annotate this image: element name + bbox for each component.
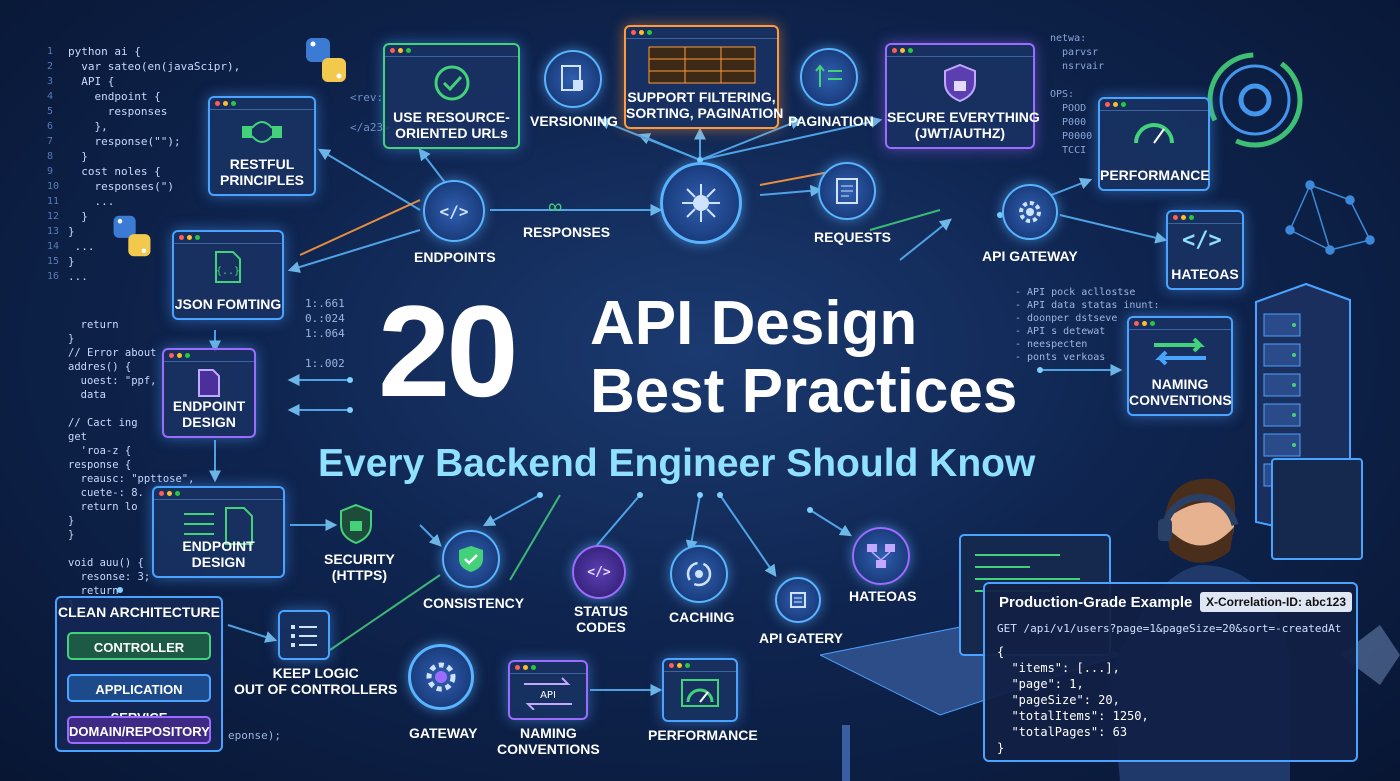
label-naming-right: NAMING CONVENTIONS <box>1129 376 1232 408</box>
gateway-gear-icon <box>408 644 474 710</box>
title-line-1: API Design <box>590 289 918 358</box>
card-keep-logic <box>278 610 330 660</box>
label-security-https: SECURITY (HTTPS) <box>324 551 395 583</box>
clean-architecture-panel: CLEAN ARCHITECTURE CONTROLLER APPLICATIO… <box>55 596 223 752</box>
label-responses: RESPONSES <box>523 224 611 240</box>
hub-network-icon <box>660 162 742 244</box>
layer-domain-repository: DOMAIN/REPOSITORY <box>67 716 211 744</box>
table-icon <box>648 46 755 84</box>
card-naming-bottom: API <box>508 660 588 720</box>
api-arrows-icon: API <box>524 677 572 710</box>
card-filtering-sorting: SUPPORT FILTERING, SORTING, PAGINATION <box>624 25 784 129</box>
layer-controller: CONTROLLER <box>67 632 211 660</box>
api-gateway-gear-icon <box>1002 184 1058 240</box>
code-line-numbers: 1 2 3 4 5 6 7 8 9 10 11 12 13 14 15 16 <box>47 46 60 282</box>
title-line-2: Best Practices <box>590 357 1018 426</box>
code-numbers: 1:.661 0.:024 1:.064 1:.002 <box>305 297 345 370</box>
label-requests: REQUESTS <box>814 229 892 245</box>
card-secure-everything: SECURE EVERYTHING (JWT/AUTHZ) <box>885 43 1040 149</box>
production-example-panel: Production-Grade Example X-Correlation-I… <box>983 582 1358 762</box>
clean-architecture-title: CLEAN ARCHITECTURE <box>57 604 221 620</box>
label-endpoint-design-big: ENDPOINT DESIGN <box>182 538 255 570</box>
layer-application-service: APPLICATION SERVICE <box>67 674 211 725</box>
python-logo-icon <box>306 38 346 82</box>
shield-lock-icon <box>944 63 976 103</box>
swap-arrows-icon <box>1154 337 1206 366</box>
gauge-icon <box>681 679 719 707</box>
list-icon <box>291 625 317 647</box>
title-number: 20 <box>378 278 519 424</box>
label-api-gateway: API GATEWAY <box>982 248 1078 264</box>
api-gatery-icon <box>775 577 821 623</box>
label-json-formatting: JSON FOMTING <box>174 296 282 312</box>
card-resource-urls: USE RESOURCE- ORIENTED URLs <box>383 43 520 149</box>
label-pagination: PAGINATION <box>788 113 874 129</box>
code-snippet-top-right: netwa: parvsr nsrvair OPS: POOD P000 P00… <box>1050 33 1105 156</box>
svg-text:{..}: {..} <box>216 266 240 277</box>
card-naming-conventions-right: NAMING CONVENTIONS <box>1127 316 1233 416</box>
card-restful-principles: RESTFUL PRINCIPLES <box>208 96 316 196</box>
endpoints-icon: </> <box>423 180 485 242</box>
card-endpoint-design-left: ENDPOINT DESIGN <box>162 348 256 438</box>
consistency-shield-icon <box>442 530 500 588</box>
label-gateway: GATEWAY <box>409 725 478 741</box>
card-hateoas-right: </> HATEOAS <box>1166 210 1244 290</box>
label-caching: CACHING <box>669 609 735 625</box>
label-versioning: VERSIONING <box>530 113 618 129</box>
correlation-id-badge: X-Correlation-ID: abc123 <box>1199 592 1352 612</box>
link-icon: ∞ <box>548 196 563 218</box>
json-file-icon: {..} <box>215 251 241 283</box>
caching-icon <box>670 545 728 603</box>
label-consistency: CONSISTENCY <box>423 595 525 611</box>
label-hateoas-right: HATEOAS <box>1171 266 1239 282</box>
label-resource-urls: USE RESOURCE- ORIENTED URLs <box>393 109 510 141</box>
label-naming-bottom: NAMING CONVENTIONS <box>497 725 600 757</box>
production-example-title: Production-Grade Example <box>999 594 1193 611</box>
card-json-formatting: {..} JSON FOMTING <box>172 230 284 320</box>
card-performance-bottom <box>662 658 738 722</box>
label-status-codes: STATUS CODES <box>574 603 628 635</box>
label-secure-everything: SECURE EVERYTHING (JWT/AUTHZ) <box>887 109 1040 141</box>
checkmark-icon <box>434 65 469 101</box>
card-performance-top: PERFORMANCE <box>1098 97 1210 191</box>
label-performance-bottom: PERFORMANCE <box>648 727 758 743</box>
gauge-icon <box>1134 123 1174 144</box>
label-filtering-sorting: SUPPORT FILTERING, SORTING, PAGINATION <box>626 89 784 121</box>
label-keep-logic: KEEP LOGIC OUT OF CONTROLLERS <box>234 665 398 697</box>
label-endpoint-design-left: ENDPOINT DESIGN <box>172 398 246 430</box>
document-icon <box>198 369 220 397</box>
requests-icon <box>818 162 876 220</box>
status-codes-icon: </> <box>572 545 626 599</box>
svg-text:API: API <box>540 690 556 701</box>
code-brackets-icon: </> <box>1182 228 1222 253</box>
label-endpoints: ENDPOINTS <box>414 249 496 265</box>
versioning-icon <box>544 50 602 108</box>
request-url: GET /api/v1/users?page=1&pageSize=20&sor… <box>997 622 1342 635</box>
response-json: { "items": [...], "page": 1, "pageSize":… <box>997 645 1149 755</box>
code-snippet-bottom: eponse); <box>228 729 281 742</box>
pagination-icon <box>800 48 858 106</box>
lock-icon <box>340 503 372 545</box>
label-performance-top: PERFORMANCE <box>1100 167 1210 183</box>
python-logo-icon <box>113 215 151 257</box>
refresh-icon <box>242 121 282 143</box>
label-restful-principles: RESTFUL PRINCIPLES <box>219 156 304 188</box>
card-endpoint-design-big: ENDPOINT DESIGN <box>152 486 285 578</box>
